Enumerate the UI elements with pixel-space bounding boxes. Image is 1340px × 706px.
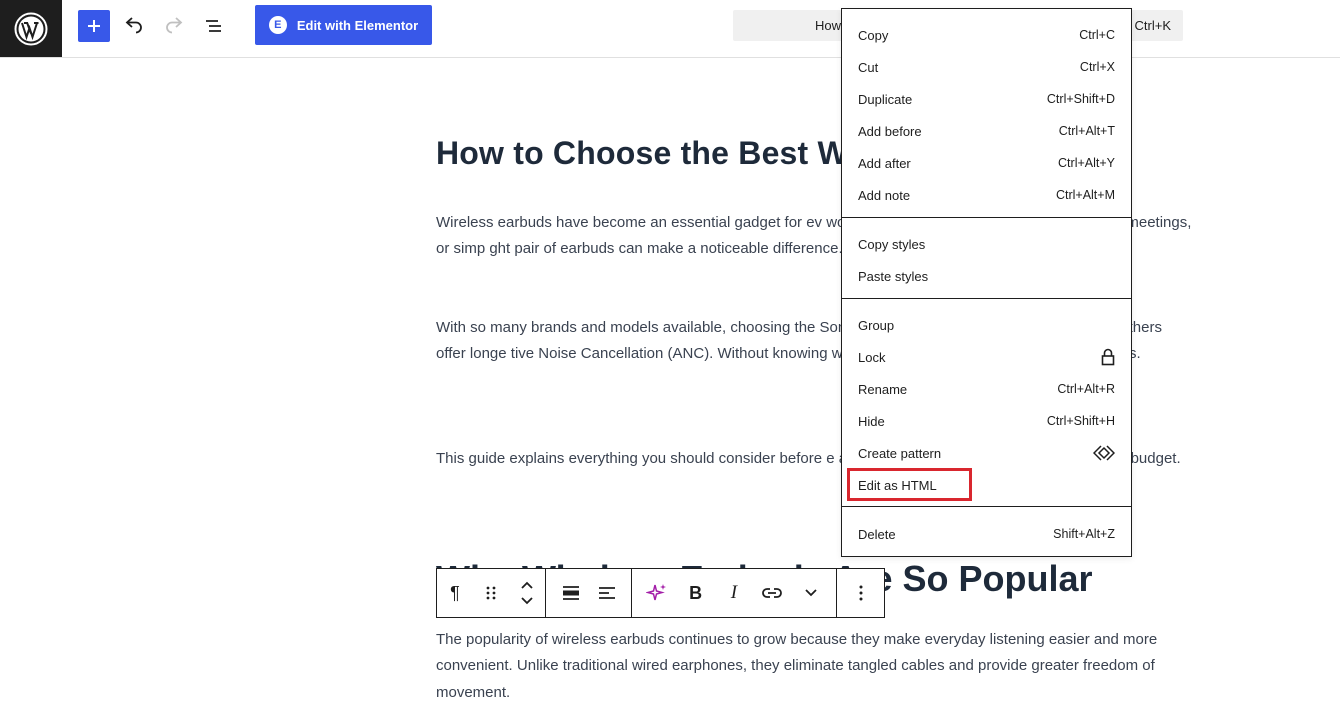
link-icon[interactable] [754,569,790,617]
document-title: How [815,18,842,33]
list-view-icon [206,20,221,32]
drag-handle-icon[interactable] [473,569,509,617]
undo-button[interactable] [118,10,150,42]
bold-icon[interactable]: B [678,569,714,617]
menu-item-copy[interactable]: Copy Ctrl+C [858,19,1115,51]
align-left-icon[interactable] [589,569,625,617]
ai-sparkle-icon[interactable] [639,569,675,617]
wordpress-logo-icon[interactable] [0,0,62,57]
menu-item-create-pattern[interactable]: Create pattern [858,437,1115,469]
add-block-button[interactable] [78,10,110,42]
menu-item-lock[interactable]: Lock [858,341,1115,373]
menu-item-copy-styles[interactable]: Copy styles [858,228,1115,260]
menu-item-duplicate[interactable]: Duplicate Ctrl+Shift+D [858,83,1115,115]
edit-as-html-highlight [847,468,972,501]
pattern-icon [1093,445,1115,461]
plus-icon [88,20,100,32]
block-toolbar: ¶ B I [436,568,885,618]
section-paragraph[interactable]: The popularity of wireless earbuds conti… [436,627,1192,706]
undo-icon [125,17,142,34]
menu-item-rename[interactable]: Rename Ctrl+Alt+R [858,373,1115,405]
redo-button[interactable] [158,10,190,42]
menu-item-cut[interactable]: Cut Ctrl+X [858,51,1115,83]
redo-icon [166,17,183,34]
lock-icon [1101,348,1115,366]
menu-item-add-after[interactable]: Add after Ctrl+Alt+Y [858,147,1115,179]
menu-item-add-note[interactable]: Add note Ctrl+Alt+M [858,179,1115,211]
menu-divider [842,298,1131,299]
edit-with-elementor-button[interactable]: E Edit with Elementor [255,5,432,45]
menu-item-paste-styles[interactable]: Paste styles [858,260,1115,292]
command-shortcut: Ctrl+K [1134,18,1171,33]
elementor-icon: E [268,16,287,34]
align-wide-icon[interactable] [553,569,589,617]
menu-divider [842,506,1131,507]
editor-header: E Edit with Elementor How Ctrl+K [0,0,1340,58]
menu-item-add-before[interactable]: Add before Ctrl+Alt+T [858,115,1115,147]
menu-divider [842,217,1131,218]
menu-item-hide[interactable]: Hide Ctrl+Shift+H [858,405,1115,437]
options-kebab-icon[interactable] [843,569,879,617]
move-up-down-icon[interactable] [509,569,545,617]
more-formats-chevron-down-icon[interactable] [793,569,829,617]
italic-icon[interactable]: I [716,569,752,617]
menu-item-group[interactable]: Group [858,309,1115,341]
menu-item-delete[interactable]: Delete Shift+Alt+Z [858,518,1115,550]
paragraph-block-icon[interactable]: ¶ [437,569,473,617]
document-overview-button[interactable] [198,10,230,42]
elementor-button-label: Edit with Elementor [296,17,419,33]
post-title[interactable]: How to Choose the Best Wir [436,135,869,172]
